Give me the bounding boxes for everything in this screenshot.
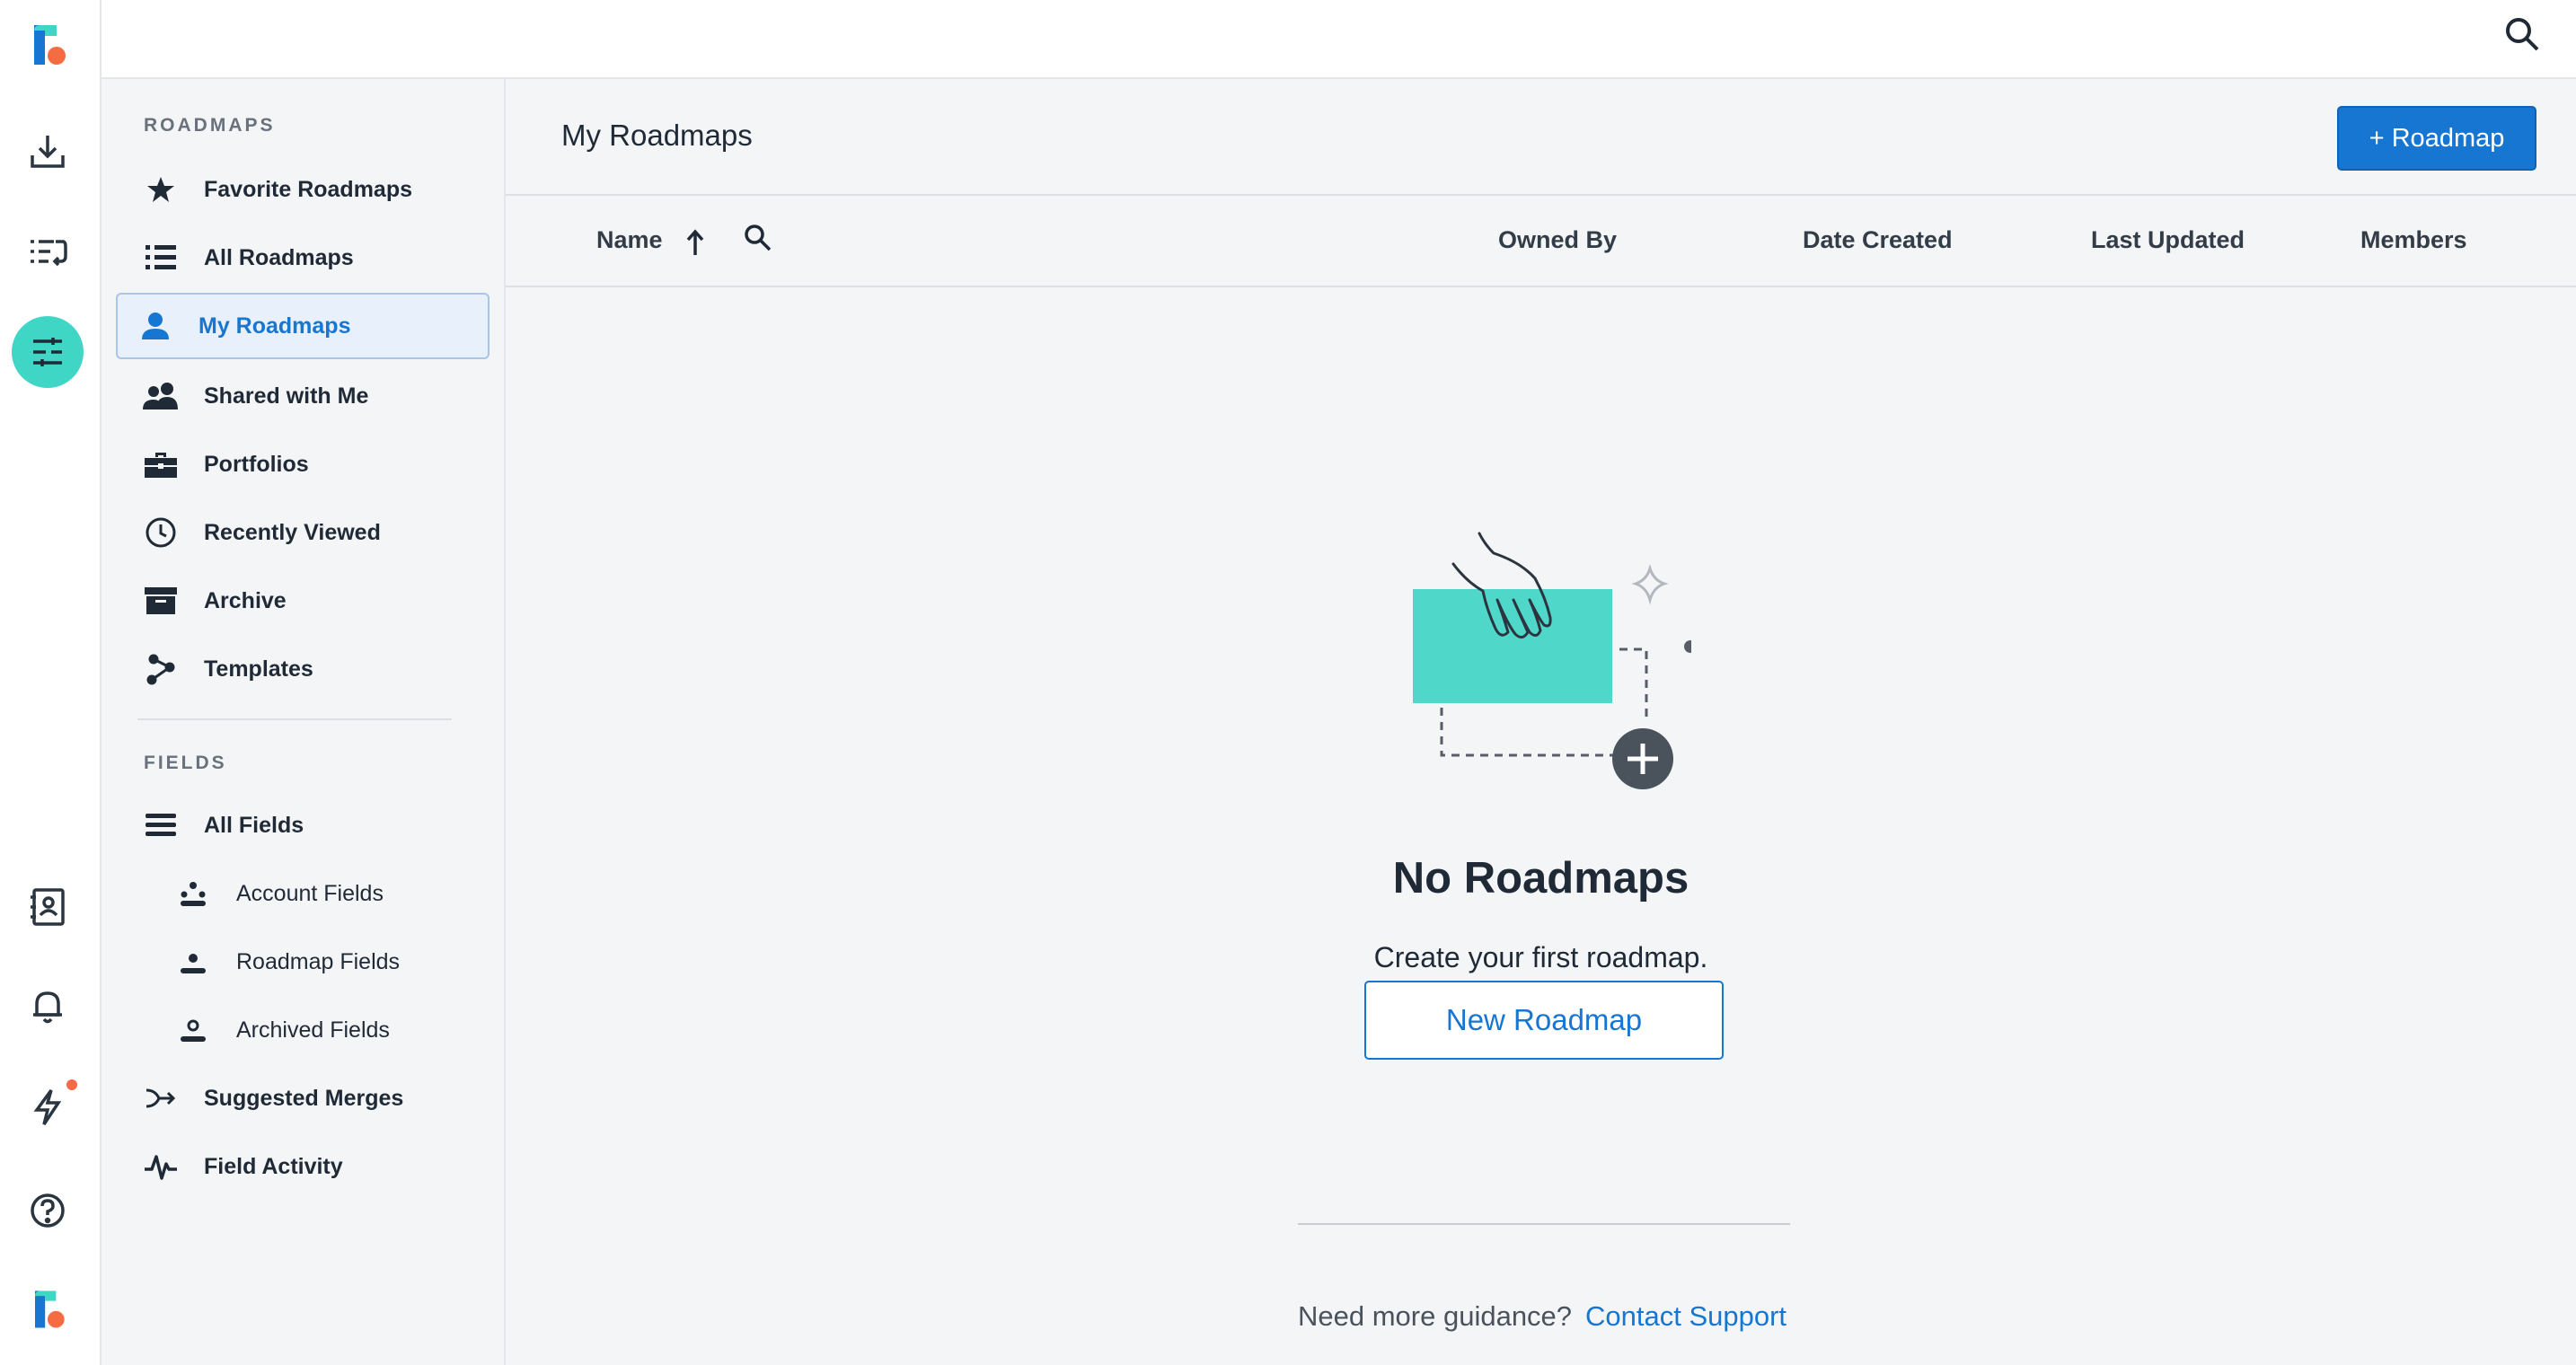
icon-rail bbox=[0, 0, 101, 1365]
add-roadmap-button[interactable]: + Roadmap bbox=[2337, 106, 2536, 171]
star-icon bbox=[141, 170, 181, 209]
sidebar-item-shared-with-me[interactable]: Shared with Me bbox=[116, 363, 490, 429]
archived-fields-icon bbox=[177, 1010, 209, 1050]
contacts-book-icon[interactable] bbox=[12, 871, 84, 943]
sidebar-item-label: Suggested Merges bbox=[204, 1085, 404, 1111]
sidebar-item-label: Templates bbox=[204, 656, 313, 682]
account-logo-icon[interactable] bbox=[12, 1273, 84, 1345]
sidebar-item-label: My Roadmaps bbox=[198, 313, 351, 339]
sidebar-item-all-roadmaps[interactable]: All Roadmaps bbox=[116, 225, 490, 291]
person-icon bbox=[136, 306, 175, 346]
sidebar-item-archived-fields[interactable]: Archived Fields bbox=[116, 997, 490, 1063]
column-search-icon[interactable] bbox=[743, 223, 773, 258]
column-last-updated[interactable]: Last Updated bbox=[2091, 226, 2245, 254]
list-icon bbox=[141, 238, 181, 277]
footer-divider bbox=[1298, 1223, 1790, 1225]
sidebar-item-suggested-merges[interactable]: Suggested Merges bbox=[116, 1065, 490, 1132]
archive-box-icon bbox=[141, 581, 181, 621]
sidebar-item-label: Portfolios bbox=[204, 451, 309, 477]
briefcase-icon bbox=[141, 445, 181, 484]
stack-icon bbox=[141, 806, 181, 845]
people-icon bbox=[141, 376, 181, 416]
sidebar-item-label: Roadmap Fields bbox=[236, 948, 401, 974]
column-date-created[interactable]: Date Created bbox=[1803, 226, 1953, 254]
sidebar-item-label: Account Fields bbox=[236, 880, 384, 906]
fields-section-title: FIELDS bbox=[144, 753, 227, 773]
sidebar-item-field-activity[interactable]: Field Activity bbox=[116, 1133, 490, 1200]
page-title: My Roadmaps bbox=[561, 119, 753, 152]
download-tray-icon[interactable] bbox=[12, 115, 84, 187]
sidebar-item-all-fields[interactable]: All Fields bbox=[116, 792, 490, 859]
main-header: My Roadmaps + Roadmap bbox=[506, 79, 2576, 196]
new-roadmap-button[interactable]: New Roadmap bbox=[1364, 981, 1724, 1060]
list-refresh-icon[interactable] bbox=[12, 216, 84, 287]
empty-state-title: No Roadmaps bbox=[1392, 854, 1689, 903]
sidebar-item-label: Shared with Me bbox=[204, 383, 369, 409]
roadmaps-section-title: ROADMAPS bbox=[144, 115, 276, 136]
search-icon[interactable] bbox=[2495, 7, 2549, 61]
sidebar-item-my-roadmaps[interactable]: My Roadmaps bbox=[116, 293, 490, 359]
nodes-icon bbox=[141, 649, 181, 689]
sidebar-item-favorite-roadmaps[interactable]: Favorite Roadmaps bbox=[116, 156, 490, 223]
sidebar-item-label: Recently Viewed bbox=[204, 519, 381, 545]
clock-icon bbox=[141, 513, 181, 552]
sidebar-item-account-fields[interactable]: Account Fields bbox=[116, 860, 490, 927]
sidebar-item-archive[interactable]: Archive bbox=[116, 568, 490, 634]
logo-icon[interactable] bbox=[12, 9, 84, 81]
sidebar-item-roadmap-fields[interactable]: Roadmap Fields bbox=[116, 929, 490, 995]
sidebar-item-portfolios[interactable]: Portfolios bbox=[116, 431, 490, 498]
main-content: My Roadmaps + Roadmap Name Owned By Date… bbox=[506, 79, 2576, 1365]
contact-support-link[interactable]: Contact Support bbox=[1585, 1300, 1786, 1333]
roadmaps-icon[interactable] bbox=[12, 316, 84, 388]
table-header: Name Owned By Date Created Last Updated … bbox=[506, 196, 2576, 287]
sidebar-item-recently-viewed[interactable]: Recently Viewed bbox=[116, 499, 490, 566]
roadmap-fields-icon bbox=[177, 942, 209, 982]
empty-state-illustration bbox=[1404, 456, 1697, 797]
column-owned-by[interactable]: Owned By bbox=[1498, 226, 1617, 254]
sidebar-item-templates[interactable]: Templates bbox=[116, 636, 490, 702]
sidebar-item-label: Archive bbox=[204, 587, 287, 613]
top-bar bbox=[101, 0, 2576, 79]
sidebar: ROADMAPS Favorite Roadmaps All Roadmaps … bbox=[101, 79, 506, 1365]
guidance-text: Need more guidance? bbox=[1298, 1300, 1573, 1332]
sidebar-item-label: Field Activity bbox=[204, 1153, 343, 1179]
column-members[interactable]: Members bbox=[2360, 226, 2467, 254]
sidebar-item-label: All Fields bbox=[204, 812, 304, 838]
sidebar-item-label: Archived Fields bbox=[236, 1017, 390, 1043]
merge-arrow-icon bbox=[141, 1079, 181, 1118]
account-fields-icon bbox=[177, 874, 209, 913]
help-icon[interactable] bbox=[12, 1175, 84, 1246]
sort-ascending-icon[interactable] bbox=[684, 228, 707, 261]
sidebar-item-label: Favorite Roadmaps bbox=[204, 176, 413, 202]
sidebar-item-label: All Roadmaps bbox=[204, 244, 354, 270]
bell-icon[interactable] bbox=[12, 970, 84, 1042]
notification-dot bbox=[66, 1079, 77, 1090]
sidebar-divider bbox=[137, 718, 452, 720]
column-name[interactable]: Name bbox=[596, 226, 663, 254]
pulse-icon bbox=[141, 1147, 181, 1186]
empty-state-subtitle: Create your first roadmap. bbox=[1373, 941, 1708, 973]
